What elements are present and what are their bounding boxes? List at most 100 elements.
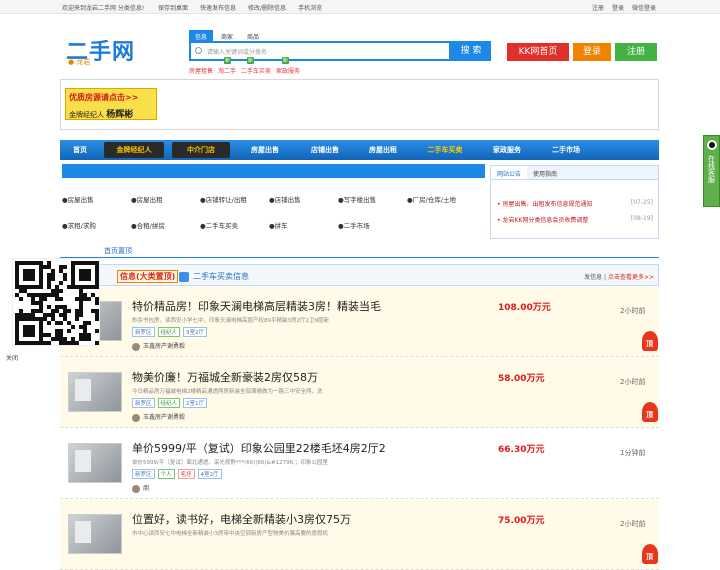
qr-module xyxy=(87,297,91,301)
qr-module xyxy=(63,265,67,269)
notice-date: [08-19] xyxy=(630,215,653,222)
listing-desc: 单价5999/平（复试）面北通透。采光视野***(66)(66)&#12796;… xyxy=(132,460,328,466)
nav-gold-agent[interactable]: 金牌经纪人 xyxy=(104,142,164,158)
list-tab-used-car[interactable]: 二手车买卖信息 xyxy=(179,271,249,282)
list-item[interactable]: 特价精品房！印象天澜电梯高层精装3房！精装当毛 秒杀书包房，读西安小学七中，印象… xyxy=(60,287,659,357)
listing-desc: 市中心读西安七中电梯全新精装小3房带中央空调新房产型物美价廉高要的度假机 xyxy=(132,531,329,537)
new-badge: 新 xyxy=(282,57,290,64)
view-more-label: 点击查看更多>> xyxy=(607,274,654,281)
listing-time: 2小时前 xyxy=(620,307,646,315)
category-link[interactable]: ●二手市场 xyxy=(338,220,407,230)
listing-agent[interactable]: 玉鑫房产谢勇毅 xyxy=(132,412,185,422)
more-link[interactable]: 发信息 | 点击查看更多>> xyxy=(584,272,654,281)
kk-home-button[interactable]: KK网首页 xyxy=(507,43,569,61)
hot-keyword-label: 二手车买卖 xyxy=(241,68,272,75)
listing-price: 66.30万元 xyxy=(498,445,545,455)
agent-name: 朋 xyxy=(143,485,150,492)
listing-agent[interactable]: 玉鑫房产谢勇毅 xyxy=(132,341,185,351)
avatar xyxy=(132,413,140,422)
hot-keyword[interactable]: 新家政服务 xyxy=(276,57,300,75)
tab-site-notice[interactable]: 网站公告 xyxy=(491,166,528,179)
nav-used-cars[interactable]: 二手车买卖 xyxy=(412,140,478,160)
main-nav: 首页 金牌经纪人 中介门店 房屋出售 店铺出售 房屋出租 二手车买卖 家政服务 … xyxy=(60,140,659,160)
search-button[interactable]: 搜 索 xyxy=(451,41,491,61)
list-tab-top[interactable]: 信息(大类置顶) xyxy=(117,270,179,283)
online-service-tab[interactable]: 在线客服 xyxy=(703,135,720,207)
nav-house-rent[interactable]: 房屋出租 xyxy=(354,140,412,160)
nav-second-hand[interactable]: 二手市场 xyxy=(536,140,596,160)
register-button[interactable]: 注册 xyxy=(615,43,657,61)
top-badge: 顶 xyxy=(646,553,653,561)
tag: 3室2厅 xyxy=(183,327,208,337)
welcome-text: 欢迎来到龙岩二手网 分类信息! xyxy=(62,5,145,12)
category-link[interactable]: ●店铺出售 xyxy=(269,194,338,204)
category-link[interactable]: ●房屋出租 xyxy=(131,194,200,204)
top-links: 保存到桌面 快速发布信息 修改/删除信息 手机浏览 xyxy=(158,3,322,12)
penguin-icon xyxy=(706,140,717,150)
qr-module xyxy=(47,321,51,325)
listing-thumbnail[interactable] xyxy=(68,372,122,412)
category-link[interactable]: ●房屋出售 xyxy=(62,194,131,204)
list-item[interactable]: 单价5999/平（复试）印象公园里22楼毛坯4房2厅2 单价5999/平（复试）… xyxy=(60,429,659,499)
register-link[interactable]: 注册 xyxy=(592,3,604,12)
mobile-browse-link[interactable]: 手机浏览 xyxy=(298,3,322,12)
listing-title[interactable]: 位置好，读书好，电梯全新精装小3房仅75万 xyxy=(132,511,351,527)
category-link[interactable]: ●拼车 xyxy=(269,220,338,230)
qr-module xyxy=(31,333,35,337)
category-link[interactable]: ●厂房/仓库/土地 xyxy=(407,194,476,204)
hot-keyword[interactable]: 新淘二手 xyxy=(218,57,237,75)
list-item[interactable]: 位置好，读书好，电梯全新精装小3房仅75万 市中心读西安七中电梯全新精装小3房带… xyxy=(60,500,659,570)
listing-price: 75.00万元 xyxy=(498,516,545,526)
edit-delete-link[interactable]: 修改/删除信息 xyxy=(248,3,286,12)
listing-time: 1分钟前 xyxy=(620,449,646,457)
list-item[interactable]: 物美价廉！万福城全新豪装2房仅58万 今日精品房万福城电梯2楼精品通透两房新装全… xyxy=(60,358,659,428)
hot-keyword-label: 淘二手 xyxy=(218,68,237,75)
tab-user-guide[interactable]: 使用指南 xyxy=(527,166,563,179)
qr-module xyxy=(95,329,99,333)
agent-banner[interactable]: 优质房源请点击>> 金牌经纪人 杨辉彬 xyxy=(65,88,157,120)
new-badge: 新 xyxy=(224,57,232,64)
qr-module xyxy=(95,317,99,321)
listing-thumbnail[interactable] xyxy=(68,514,122,554)
category-link[interactable]: ●二手车买卖 xyxy=(200,220,269,230)
tag: 经纪人 xyxy=(157,398,181,408)
nav-home[interactable]: 首页 xyxy=(60,140,100,160)
qr-module xyxy=(87,277,91,281)
category-link[interactable]: ●店铺转让/出租 xyxy=(200,194,269,204)
login-link[interactable]: 登录 xyxy=(612,3,624,12)
notice-item[interactable]: • 房屋出售、出租发布信息规范通知 [07-25] xyxy=(497,199,653,208)
qr-close-button[interactable]: 关闭 xyxy=(6,353,18,362)
category-link[interactable]: ●合租/拼房 xyxy=(131,220,200,230)
notice-panel: 网站公告 使用指南 • 房屋出售、出租发布信息规范通知 [07-25] • 龙岩K… xyxy=(490,165,659,239)
save-desktop-link[interactable]: 保存到桌面 xyxy=(158,3,188,12)
wechat-login-link[interactable]: 微信登录 xyxy=(632,3,656,12)
new-badge: 新 xyxy=(247,57,255,64)
listing-title[interactable]: 物美价廉！万福城全新豪装2房仅58万 xyxy=(132,369,318,385)
qr-module xyxy=(43,297,47,301)
listing-thumbnail[interactable] xyxy=(68,443,122,483)
listing-tags: 新罗区 经纪人 2室1厅 xyxy=(132,398,208,408)
login-button[interactable]: 登录 xyxy=(573,43,611,61)
qr-code xyxy=(12,258,100,346)
listing-title[interactable]: 特价精品房！印象天澜电梯高层精装3房！精装当毛 xyxy=(132,298,381,314)
qr-module xyxy=(79,313,83,317)
banner-headline: 优质房源请点击>> xyxy=(69,93,139,102)
nav-agency-store[interactable]: 中介门店 xyxy=(172,142,230,158)
qr-module xyxy=(95,341,99,345)
nav-house-sale[interactable]: 房屋出售 xyxy=(234,140,296,160)
listing-title[interactable]: 单价5999/平（复试）印象公园里22楼毛坯4房2厅2 xyxy=(132,440,386,456)
listing-tags: 新罗区 个人 毛坯 4室2厅 xyxy=(132,469,222,479)
quick-post-link[interactable]: 快速发布信息 xyxy=(200,3,236,12)
nav-shop-sale[interactable]: 店铺出售 xyxy=(296,140,354,160)
category-link[interactable]: ●求租/求购 xyxy=(62,220,131,230)
city-selector[interactable]: ● 龙岩 xyxy=(68,57,90,67)
nav-housekeeping[interactable]: 家政服务 xyxy=(478,140,536,160)
qr-module xyxy=(31,277,35,281)
listing-agent[interactable]: 朋 xyxy=(132,483,149,493)
hot-keyword[interactable]: 新二手车买卖 xyxy=(241,57,272,75)
category-link[interactable]: ●写字楼出售 xyxy=(338,194,407,204)
qr-module xyxy=(87,321,91,325)
hot-keyword[interactable]: 房屋租售 xyxy=(189,66,213,75)
notice-item[interactable]: • 龙岩KK网分类信息会员收费调整 [08-19] xyxy=(497,215,653,224)
flame-icon: 顶 xyxy=(642,544,658,564)
